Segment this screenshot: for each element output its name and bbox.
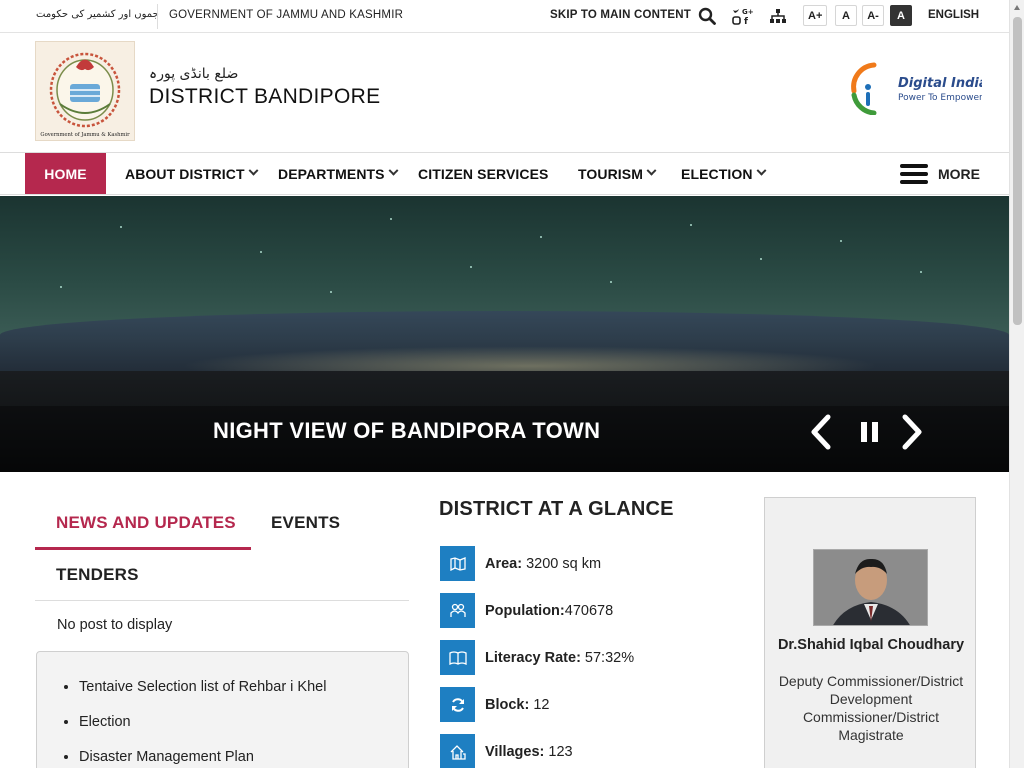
emblem-caption: Government of Jammu & Kashmir: [40, 132, 130, 138]
list-item[interactable]: Disaster Management Plan: [79, 749, 254, 765]
list-item[interactable]: Tentaive Selection list of Rehbar i Khel: [79, 679, 326, 695]
hamburger-icon: [900, 160, 928, 188]
svg-text:f: f: [744, 17, 748, 26]
nav-departments[interactable]: DEPARTMENTS: [278, 153, 399, 194]
glance-row-block: Block: 12: [440, 687, 549, 722]
site-header: Government of Jammu & Kashmir ضلع بانڈی …: [0, 33, 1009, 152]
chevron-down-icon: [756, 165, 767, 176]
nav-about-district-label: ABOUT DISTRICT: [125, 165, 245, 182]
main-navigation: HOME ABOUT DISTRICT DEPARTMENTS CITIZEN …: [0, 152, 1009, 195]
officer-name[interactable]: Dr.Shahid Iqbal Choudhary: [765, 636, 977, 654]
sitemap-icon[interactable]: [766, 5, 790, 27]
more-label: MORE: [938, 165, 980, 182]
digital-india-tagline: Power To Empower: [898, 93, 982, 103]
glance-row-population: Population: 470678: [440, 593, 613, 628]
people-icon: [440, 593, 475, 628]
nav-tourism[interactable]: TOURISM: [578, 153, 657, 194]
glance-row-literacy: Literacy Rate: 57:32%: [440, 640, 634, 675]
font-decrease-button[interactable]: A-: [862, 5, 884, 26]
nav-election-label: ELECTION: [681, 165, 753, 182]
hero-slider[interactable]: NIGHT VIEW OF BANDIPORA TOWN: [0, 196, 1009, 472]
glance-label: Literacy Rate:: [485, 649, 581, 666]
skip-to-main-content-link[interactable]: SKIP TO MAIN CONTENT: [550, 9, 691, 21]
site-name-urdu: ضلع بانڈی پورہ: [149, 66, 239, 82]
officer-card: Dr.Shahid Iqbal Choudhary Deputy Commiss…: [764, 497, 976, 768]
list-item[interactable]: Election: [79, 714, 131, 730]
nav-citizen-services[interactable]: CITIZEN SERVICES: [418, 153, 548, 194]
map-icon: [440, 546, 475, 581]
nav-election[interactable]: ELECTION: [681, 153, 767, 194]
more-menu-button[interactable]: MORE: [900, 153, 980, 194]
nav-home-label: HOME: [44, 165, 87, 182]
nav-citizen-services-label: CITIZEN SERVICES: [418, 165, 549, 182]
refresh-icon: [440, 687, 475, 722]
previous-slide-icon[interactable]: [806, 414, 836, 450]
nav-about-district[interactable]: ABOUT DISTRICT: [125, 153, 259, 194]
divider: [35, 600, 409, 601]
top-utility-bar: جموں اور کشمیر کی حکومت GOVERNMENT OF JA…: [0, 0, 1009, 33]
glance-label: Block:: [485, 696, 530, 713]
high-contrast-button[interactable]: A: [890, 5, 912, 26]
divider: [157, 4, 158, 29]
scroll-up-icon[interactable]: [1014, 5, 1020, 10]
quick-links-box: Tentaive Selection list of Rehbar i Khel…: [36, 651, 409, 768]
village-icon: [440, 734, 475, 768]
empty-state-text: No post to display: [57, 617, 173, 633]
glance-value: 57:32%: [584, 649, 635, 666]
chevron-down-icon: [248, 165, 259, 176]
glance-value: 123: [548, 743, 573, 760]
glance-row-villages: Villages: 123: [440, 734, 573, 768]
nav-tourism-label: TOURISM: [578, 165, 643, 182]
officer-photo: [813, 549, 928, 626]
government-name-urdu[interactable]: جموں اور کشمیر کی حکومت: [36, 9, 159, 20]
nav-departments-label: DEPARTMENTS: [278, 165, 385, 182]
active-tab-indicator: [35, 547, 251, 550]
digital-india-logo[interactable]: Digital India Power To Empower: [848, 61, 988, 116]
chevron-down-icon: [388, 165, 399, 176]
chevron-down-icon: [646, 165, 657, 176]
glance-value: 12: [533, 696, 550, 713]
tab-tenders[interactable]: TENDERS: [56, 565, 139, 585]
search-icon[interactable]: [695, 5, 719, 27]
tab-news-and-updates[interactable]: NEWS AND UPDATES: [56, 513, 236, 533]
glance-row-area: Area: 3200 sq km: [440, 546, 601, 581]
glance-label: Population:: [485, 602, 565, 619]
government-link[interactable]: GOVERNMENT OF JAMMU AND KASHMIR: [169, 9, 403, 21]
font-increase-button[interactable]: A+: [803, 5, 828, 26]
pause-icon[interactable]: [855, 414, 885, 450]
glance-heading: DISTRICT AT A GLANCE: [439, 498, 674, 520]
officer-designation: Deputy Commissioner/District Development…: [778, 673, 964, 743]
state-emblem-logo[interactable]: Government of Jammu & Kashmir: [35, 41, 135, 141]
next-slide-icon[interactable]: [897, 414, 927, 450]
scrollbar-thumb[interactable]: [1013, 17, 1022, 325]
nav-home[interactable]: HOME: [25, 153, 106, 194]
glance-label: Area:: [485, 555, 523, 572]
book-icon: [440, 640, 475, 675]
language-selector[interactable]: ENGLISH: [928, 9, 979, 21]
site-name[interactable]: DISTRICT BANDIPORE: [149, 85, 380, 109]
glance-label: Villages:: [485, 743, 545, 760]
glance-value: 470678: [564, 602, 614, 619]
page-scrollbar[interactable]: [1009, 0, 1024, 768]
font-normal-button[interactable]: A: [835, 5, 857, 26]
slide-caption: NIGHT VIEW OF BANDIPORA TOWN: [213, 418, 601, 443]
svg-text:G+: G+: [742, 8, 753, 16]
digital-india-title: Digital India: [898, 76, 982, 91]
tab-events[interactable]: EVENTS: [271, 513, 340, 533]
social-media-icon[interactable]: G+ f: [730, 5, 754, 27]
glance-value: 3200 sq km: [526, 555, 602, 572]
